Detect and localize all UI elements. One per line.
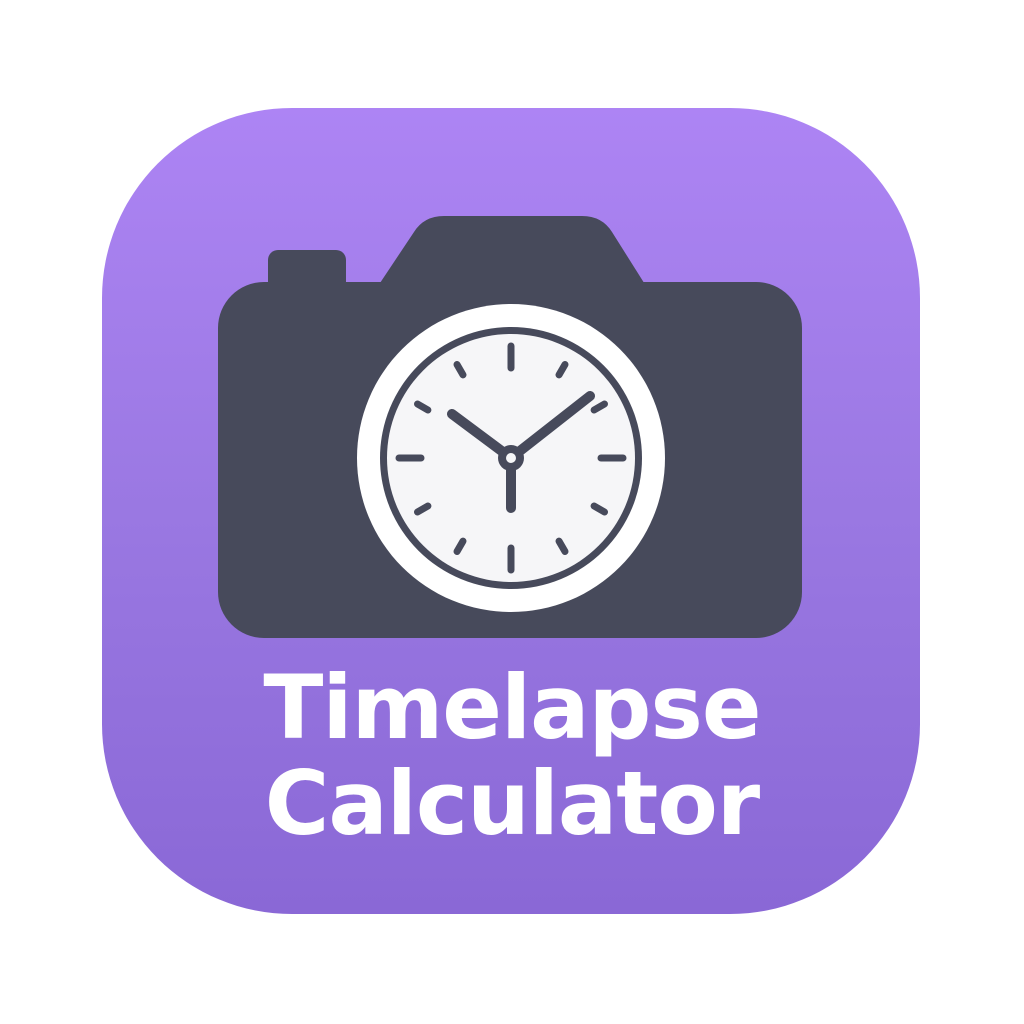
clock-center-dot — [506, 453, 516, 463]
camera-top-hump — [378, 216, 646, 286]
clock-icon — [357, 304, 665, 612]
canvas: Timelapse Calculator — [0, 0, 1024, 1024]
app-title-line-2: Calculator — [264, 752, 760, 855]
camera-icon — [218, 216, 802, 638]
app-title-line-1: Timelapse — [263, 656, 761, 759]
